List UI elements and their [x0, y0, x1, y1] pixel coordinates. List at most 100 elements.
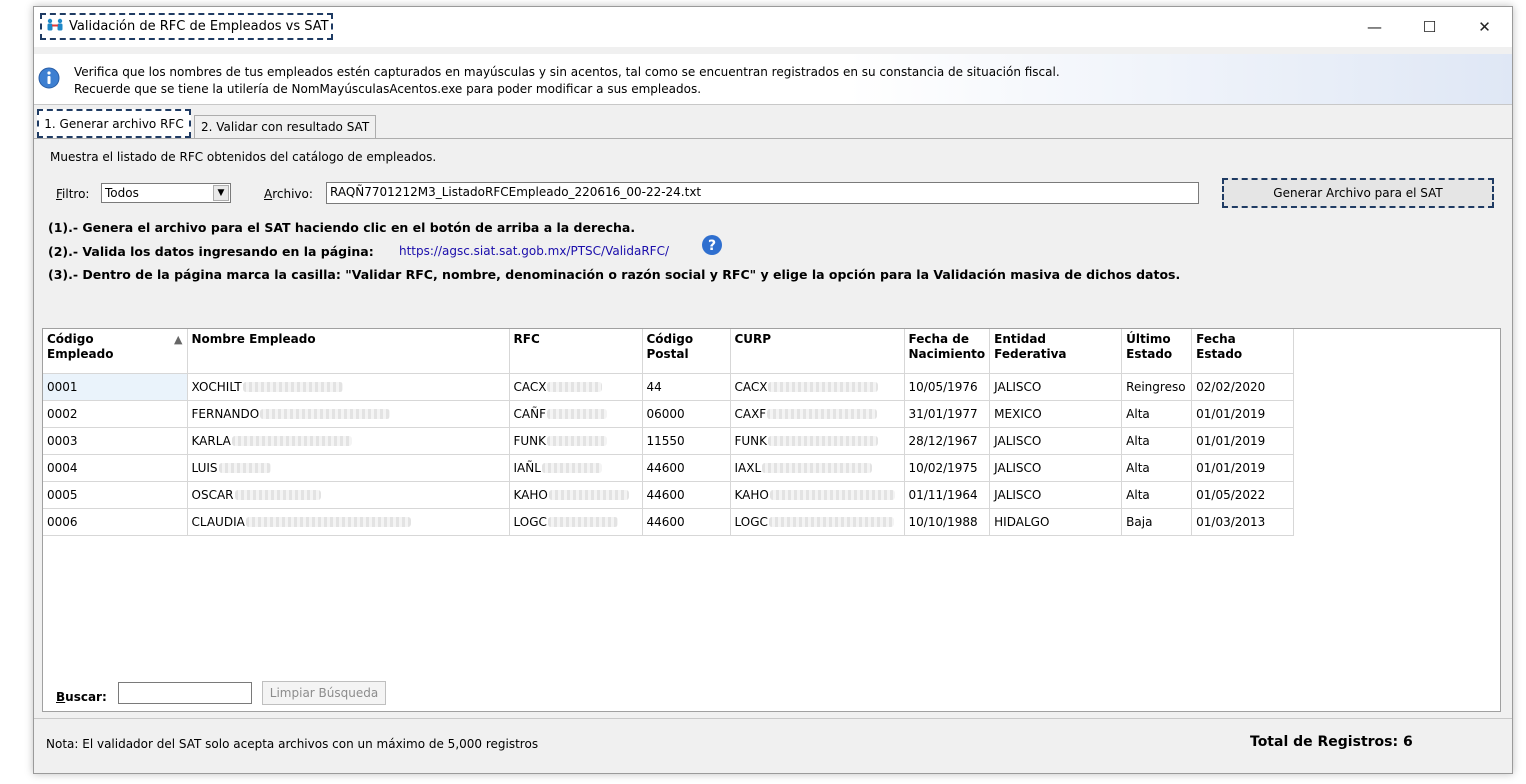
- cell-estado[interactable]: Alta: [1121, 400, 1193, 428]
- cell-fecha-nac[interactable]: 01/11/1964: [904, 481, 991, 509]
- title-highlight: Validación de RFC de Empleados vs SAT: [40, 13, 333, 40]
- search-label: Buscar:: [56, 690, 107, 704]
- cell-fecha-nac[interactable]: 10/02/1975: [904, 454, 991, 482]
- cell-fecha-nac[interactable]: 10/05/1976: [904, 373, 991, 401]
- cell-fecha-estado[interactable]: 01/03/2013: [1191, 508, 1295, 536]
- cell-fecha-estado[interactable]: 02/02/2020: [1191, 373, 1295, 401]
- cell-cp[interactable]: 06000: [642, 400, 731, 428]
- cell-codigo[interactable]: 0005: [43, 481, 188, 509]
- cell-rfc[interactable]: IAÑL: [509, 454, 643, 482]
- cell-entidad[interactable]: MEXICO: [989, 400, 1123, 428]
- sat-validation-link[interactable]: https://agsc.siat.sat.gob.mx/PTSC/Valida…: [399, 244, 669, 258]
- cell-estado[interactable]: Baja: [1121, 508, 1193, 536]
- column-header-ultimo-estado[interactable]: Último Estado: [1121, 329, 1193, 374]
- minimize-button[interactable]: —: [1347, 7, 1402, 47]
- info-text-line2: Recuerde que se tiene la utilería de Nom…: [74, 82, 702, 96]
- archivo-field[interactable]: RAQÑ7701212M3_ListadoRFCEmpleado_220616_…: [326, 182, 1199, 204]
- tab-strip-border: [34, 138, 1512, 139]
- cell-nombre[interactable]: CLAUDIA: [187, 508, 510, 536]
- cell-codigo[interactable]: 0003: [43, 427, 188, 455]
- cell-estado[interactable]: Alta: [1121, 481, 1193, 509]
- table-row[interactable]: 0001 XOCHILT CACX 44 CACX 10/05/1976 JAL…: [43, 373, 1295, 401]
- redacted-text: [547, 382, 603, 392]
- redacted-text: [767, 409, 878, 419]
- chevron-down-icon[interactable]: ▼: [213, 185, 229, 201]
- cell-codigo[interactable]: 0006: [43, 508, 188, 536]
- cell-estado[interactable]: Alta: [1121, 427, 1193, 455]
- cell-entidad[interactable]: JALISCO: [989, 481, 1123, 509]
- tab-generar-archivo[interactable]: 1. Generar archivo RFC: [37, 109, 191, 138]
- cell-rfc[interactable]: CAÑF: [509, 400, 643, 428]
- help-icon[interactable]: ?: [701, 234, 723, 259]
- cell-curp[interactable]: CACX: [730, 373, 905, 401]
- cell-entidad[interactable]: JALISCO: [989, 454, 1123, 482]
- cell-entidad[interactable]: HIDALGO: [989, 508, 1123, 536]
- table-row[interactable]: 0003 KARLA FUNK 11550 FUNK 28/12/1967 JA…: [43, 427, 1295, 455]
- column-header-rfc[interactable]: RFC: [509, 329, 643, 374]
- cell-rfc[interactable]: LOGC: [509, 508, 643, 536]
- redacted-text: [218, 463, 271, 473]
- cell-codigo[interactable]: 0002: [43, 400, 188, 428]
- cell-fecha-nac[interactable]: 31/01/1977: [904, 400, 991, 428]
- archivo-label: Archivo:: [264, 187, 313, 201]
- clear-search-button[interactable]: Limpiar Búsqueda: [262, 681, 386, 705]
- maximize-button[interactable]: ☐: [1402, 7, 1457, 47]
- cell-codigo[interactable]: 0001: [43, 373, 188, 401]
- cell-rfc[interactable]: CACX: [509, 373, 643, 401]
- window-title: Validación de RFC de Empleados vs SAT: [69, 19, 329, 34]
- cell-fecha-estado[interactable]: 01/01/2019: [1191, 454, 1295, 482]
- cell-curp[interactable]: KAHO: [730, 481, 905, 509]
- cell-cp[interactable]: 44600: [642, 454, 731, 482]
- table-row[interactable]: 0005 OSCAR KAHO 44600 KAHO 01/11/1964 JA…: [43, 481, 1295, 509]
- redacted-text: [768, 517, 894, 527]
- cell-fecha-nac[interactable]: 28/12/1967: [904, 427, 991, 455]
- redacted-text: [547, 436, 608, 446]
- column-header-entidad[interactable]: Entidad Federativa: [989, 329, 1123, 374]
- cell-nombre[interactable]: LUIS: [187, 454, 510, 482]
- step-1-text: (1).- Genera el archivo para el SAT haci…: [48, 220, 636, 235]
- filtro-dropdown[interactable]: Todos ▼: [101, 183, 231, 203]
- redacted-text: [260, 409, 391, 419]
- table-row[interactable]: 0006 CLAUDIA LOGC 44600 LOGC 10/10/1988 …: [43, 508, 1295, 536]
- cell-cp[interactable]: 11550: [642, 427, 731, 455]
- cell-estado[interactable]: Reingreso: [1121, 373, 1193, 401]
- cell-fecha-estado[interactable]: 01/01/2019: [1191, 427, 1295, 455]
- cell-cp[interactable]: 44: [642, 373, 731, 401]
- cell-nombre[interactable]: FERNANDO: [187, 400, 510, 428]
- cell-nombre[interactable]: KARLA: [187, 427, 510, 455]
- column-header-fecha-estado[interactable]: Fecha Estado: [1191, 329, 1295, 374]
- column-header-fecha-nacimiento[interactable]: Fecha de Nacimiento: [904, 329, 991, 374]
- column-header-curp[interactable]: CURP: [730, 329, 905, 374]
- cell-fecha-estado[interactable]: 01/05/2022: [1191, 481, 1295, 509]
- search-input[interactable]: [118, 682, 252, 704]
- employees-grid: ▲ Código Empleado Nombre Empleado RFC Có…: [42, 328, 1501, 712]
- cell-nombre[interactable]: XOCHILT: [187, 373, 510, 401]
- cell-curp[interactable]: CAXF: [730, 400, 905, 428]
- cell-curp[interactable]: IAXL: [730, 454, 905, 482]
- window-controls: — ☐ ✕: [1347, 7, 1512, 47]
- cell-curp[interactable]: FUNK: [730, 427, 905, 455]
- cell-estado[interactable]: Alta: [1121, 454, 1193, 482]
- table-row[interactable]: 0002 FERNANDO CAÑF 06000 CAXF 31/01/1977…: [43, 400, 1295, 428]
- close-button[interactable]: ✕: [1457, 7, 1512, 47]
- main-window: Validación de RFC de Empleados vs SAT — …: [33, 6, 1513, 774]
- cell-fecha-nac[interactable]: 10/10/1988: [904, 508, 991, 536]
- tab-validar-resultado[interactable]: 2. Validar con resultado SAT: [194, 115, 377, 138]
- column-header-nombre[interactable]: Nombre Empleado: [187, 329, 510, 374]
- column-header-codigo[interactable]: ▲ Código Empleado: [43, 329, 188, 374]
- cell-rfc[interactable]: KAHO: [509, 481, 643, 509]
- cell-codigo[interactable]: 0004: [43, 454, 188, 482]
- cell-fecha-estado[interactable]: 01/01/2019: [1191, 400, 1295, 428]
- total-records: Total de Registros: 6: [1250, 734, 1413, 750]
- table-row[interactable]: 0004 LUIS IAÑL 44600 IAXL 10/02/1975 JAL…: [43, 454, 1295, 482]
- cell-entidad[interactable]: JALISCO: [989, 427, 1123, 455]
- cell-entidad[interactable]: JALISCO: [989, 373, 1123, 401]
- cell-cp[interactable]: 44600: [642, 508, 731, 536]
- cell-rfc[interactable]: FUNK: [509, 427, 643, 455]
- column-header-codigo-postal[interactable]: Código Postal: [642, 329, 731, 374]
- cell-nombre[interactable]: OSCAR: [187, 481, 510, 509]
- generate-file-button[interactable]: Generar Archivo para el SAT: [1222, 178, 1494, 208]
- cell-curp[interactable]: LOGC: [730, 508, 905, 536]
- footer-note: Nota: El validador del SAT solo acepta a…: [46, 737, 539, 751]
- cell-cp[interactable]: 44600: [642, 481, 731, 509]
